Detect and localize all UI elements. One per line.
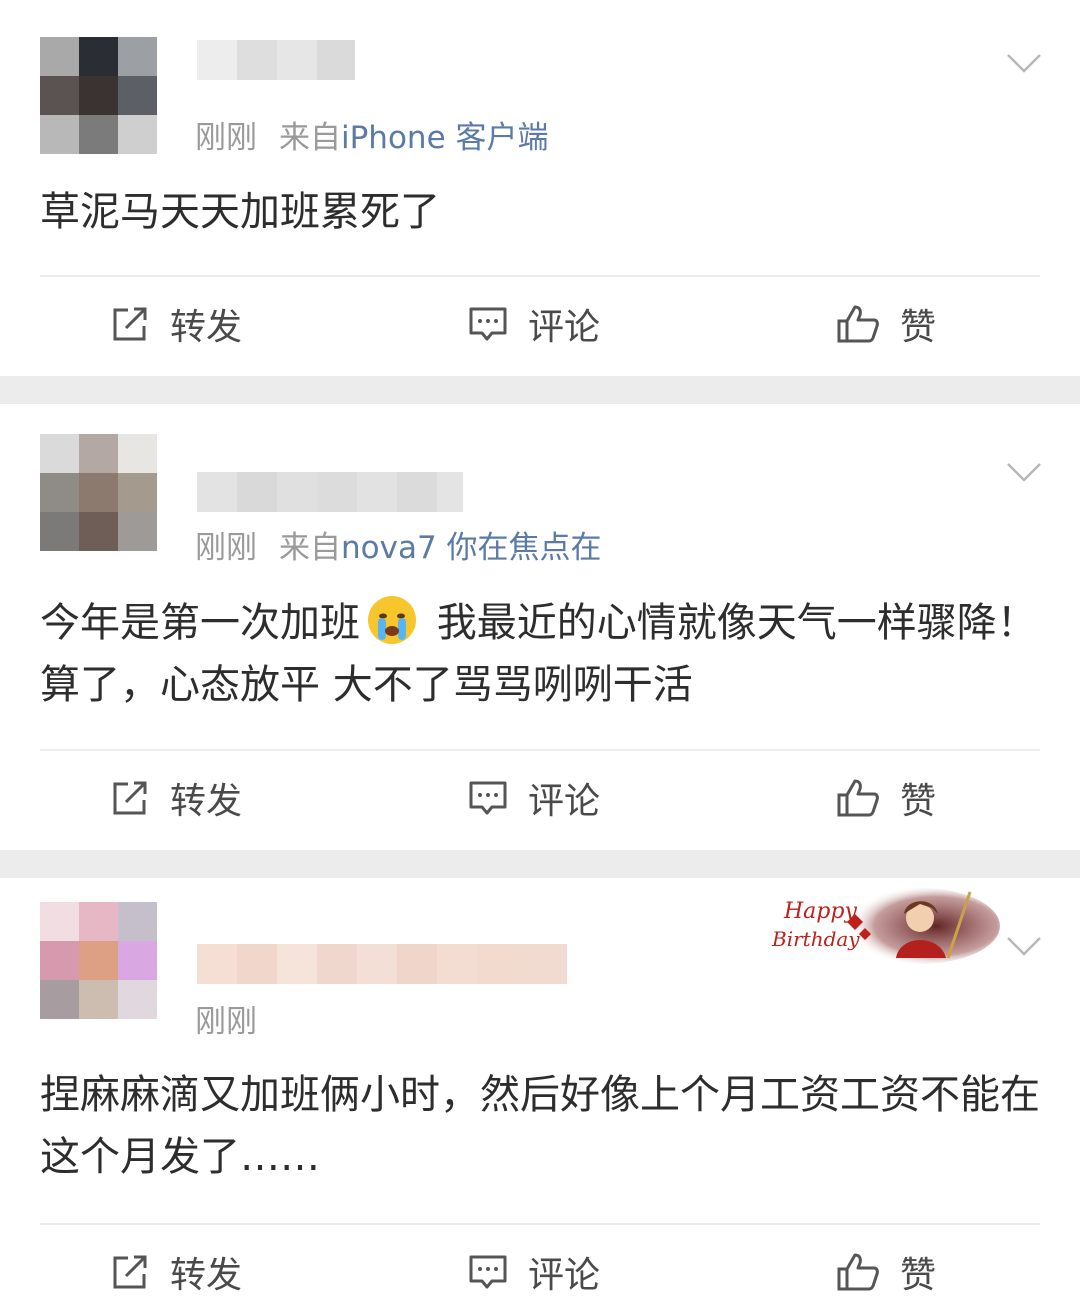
forward-button[interactable]: 转发	[110, 294, 242, 354]
forward-label: 转发	[170, 781, 243, 822]
comment-icon	[469, 307, 507, 341]
post-source[interactable]: nova7 你在焦点在	[341, 530, 602, 566]
post-text: 草泥马天天加班累死了	[40, 189, 440, 235]
post-separator	[0, 850, 1080, 878]
post-meta: 刚刚	[195, 996, 257, 1041]
comment-button[interactable]: 评论	[468, 1242, 600, 1302]
avatar[interactable]	[40, 37, 157, 154]
thumbs-up-icon	[837, 305, 879, 343]
forward-icon	[113, 781, 147, 815]
username[interactable]	[197, 944, 567, 984]
username[interactable]	[197, 40, 355, 80]
comment-button[interactable]: 评论	[468, 768, 600, 828]
chevron-down-icon[interactable]	[1006, 52, 1042, 74]
comment-label: 评论	[528, 1255, 601, 1296]
forward-label: 转发	[170, 1255, 243, 1296]
post-text-part: 今年是第一次加班	[40, 600, 360, 646]
like-label: 赞	[900, 307, 937, 348]
comment-label: 评论	[528, 781, 601, 822]
action-bar: 转发 评论 赞	[0, 294, 1080, 354]
like-button[interactable]: 赞	[836, 1242, 936, 1302]
post-source[interactable]: iPhone 客户端	[341, 120, 549, 156]
forward-label: 转发	[170, 307, 243, 348]
comment-button[interactable]: 评论	[468, 294, 600, 354]
post-meta: 刚刚 来自iPhone 客户端	[195, 112, 549, 157]
forward-button[interactable]: 转发	[110, 1242, 242, 1302]
post-time: 刚刚	[195, 1004, 257, 1040]
like-button[interactable]: 赞	[836, 768, 936, 828]
post-time: 刚刚	[195, 530, 257, 566]
post-separator	[0, 376, 1080, 404]
comment-icon	[469, 781, 507, 815]
username[interactable]	[197, 472, 463, 512]
action-bar: 转发 评论 赞	[0, 1242, 1080, 1302]
divider	[40, 749, 1040, 751]
comment-icon	[469, 1255, 507, 1289]
birthday-badge[interactable]: Happy Birthday	[770, 884, 1000, 964]
comment-label: 评论	[528, 307, 601, 348]
thumbs-up-icon	[837, 779, 879, 817]
action-bar: 转发 评论 赞	[0, 768, 1080, 828]
badge-text-birthday: Birthday	[771, 927, 860, 951]
forward-button[interactable]: 转发	[110, 768, 242, 828]
post-time: 刚刚	[195, 120, 257, 156]
post-meta: 刚刚 来自nova7 你在焦点在	[195, 522, 602, 567]
chevron-down-icon[interactable]	[1006, 935, 1042, 957]
weibo-post: 刚刚 来自iPhone 客户端 草泥马天天加班累死了 转发 评论 赞	[0, 0, 1080, 376]
like-label: 赞	[900, 781, 937, 822]
weibo-post: 刚刚 来自nova7 你在焦点在 今年是第一次加班 我最近的心情就像天气一样骤降！…	[0, 404, 1080, 850]
from-label: 来自	[279, 120, 341, 156]
like-label: 赞	[900, 1255, 937, 1296]
forward-icon	[113, 1255, 147, 1289]
from-label: 来自	[279, 530, 341, 566]
post-text: 捏麻麻滴又加班俩小时，然后好像上个月工资工资不能在这个月发了……	[40, 1072, 1040, 1180]
avatar[interactable]	[40, 902, 157, 1019]
post-text: 今年是第一次加班 我最近的心情就像天气一样骤降！算了，心态放平 大不了骂骂咧咧干…	[40, 592, 1040, 716]
forward-icon	[113, 307, 147, 341]
thumbs-up-icon	[837, 1253, 879, 1291]
badge-text-happy: Happy	[783, 899, 857, 924]
avatar[interactable]	[40, 434, 157, 551]
divider	[40, 1223, 1040, 1225]
crying-face-emoji	[368, 596, 416, 644]
weibo-post: Happy Birthday 刚刚 捏麻麻滴又加班俩小时，然后好像上个月工资工资…	[0, 878, 1080, 1315]
like-button[interactable]: 赞	[836, 294, 936, 354]
divider	[40, 275, 1040, 277]
chevron-down-icon[interactable]	[1006, 461, 1042, 483]
